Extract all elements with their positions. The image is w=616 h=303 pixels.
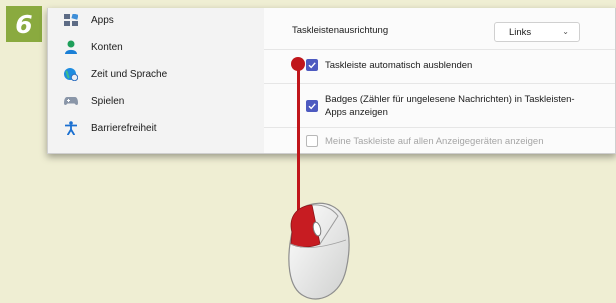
sidebar-item-barrierefreiheit[interactable]: Barrierefreiheit <box>48 116 157 140</box>
sidebar-item-label: Apps <box>91 14 114 26</box>
pointer-dot <box>291 57 305 71</box>
alignment-row: Taskleistenausrichtung Links ⌄ <box>264 8 615 50</box>
all-displays-row: Meine Taskleiste auf allen Anzeigegeräte… <box>264 128 615 153</box>
pointer-line <box>297 63 300 213</box>
sidebar-item-apps[interactable]: Apps <box>48 8 114 32</box>
apps-icon <box>63 12 79 28</box>
sidebar-item-label: Spielen <box>91 95 125 107</box>
sidebar-item-label: Zeit und Sprache <box>91 68 168 80</box>
mouse-icon <box>288 202 350 300</box>
sidebar-item-zeit-und-sprache[interactable]: Zeit und Sprache <box>48 62 167 86</box>
all-displays-label: Meine Taskleiste auf allen Anzeigegeräte… <box>325 136 544 147</box>
alignment-value: Links <box>509 26 532 38</box>
accessibility-icon <box>63 120 79 136</box>
badges-checkbox[interactable] <box>306 100 318 112</box>
sidebar: Apps Konten Zeit und Sprache Spielen Bar… <box>48 8 264 153</box>
chevron-down-icon: ⌄ <box>562 27 569 36</box>
checkmark-icon <box>308 103 316 110</box>
all-displays-checkbox[interactable] <box>306 135 318 147</box>
badges-row: Badges (Zähler für ungelesene Nachrichte… <box>264 84 615 128</box>
autohide-checkbox[interactable] <box>306 59 318 71</box>
sidebar-item-label: Barrierefreiheit <box>91 122 157 134</box>
badges-label-line1: Badges (Zähler für ungelesene Nachrichte… <box>325 94 575 105</box>
sidebar-item-label: Konten <box>91 41 123 53</box>
taskbar-settings-panel: Taskleistenausrichtung Links ⌄ Taskleist… <box>264 8 615 153</box>
person-icon <box>63 39 79 55</box>
autohide-label: Taskleiste automatisch ausblenden <box>325 60 473 71</box>
settings-window: Apps Konten Zeit und Sprache Spielen Bar… <box>47 8 616 154</box>
autohide-row: Taskleiste automatisch ausblenden <box>264 50 615 84</box>
gamepad-icon <box>63 93 79 109</box>
badges-label-line2: Apps anzeigen <box>325 107 388 118</box>
globe-clock-icon <box>63 66 79 82</box>
alignment-dropdown[interactable]: Links ⌄ <box>494 22 580 42</box>
sidebar-item-spielen[interactable]: Spielen <box>48 89 124 113</box>
step-number-badge: 6 <box>6 6 42 42</box>
checkmark-icon <box>308 62 316 69</box>
sidebar-item-konten[interactable]: Konten <box>48 35 123 59</box>
alignment-label: Taskleistenausrichtung <box>292 25 389 36</box>
